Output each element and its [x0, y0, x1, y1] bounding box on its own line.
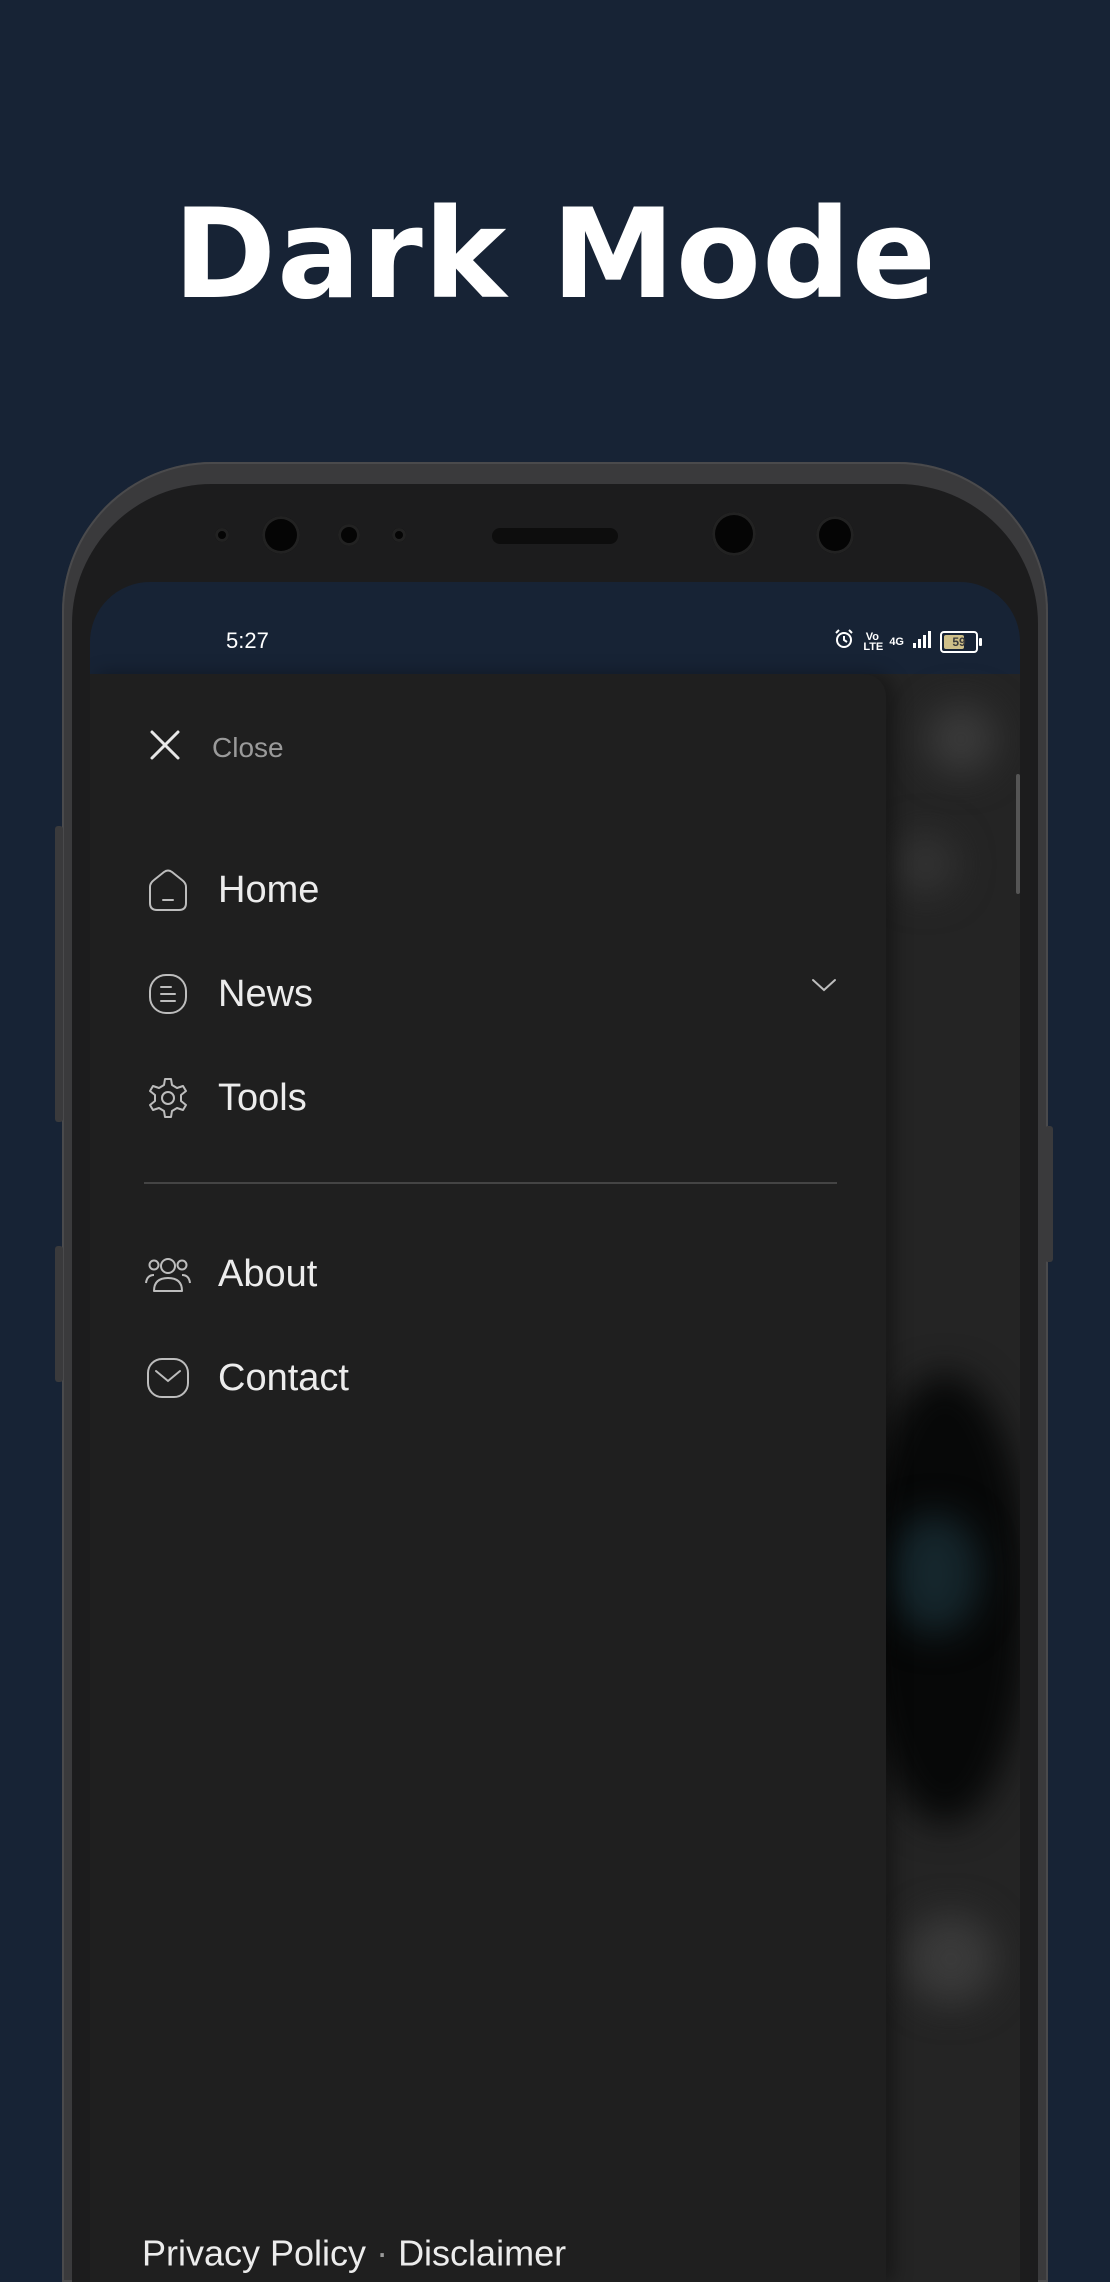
blurred-content	[896, 834, 956, 894]
menu-label-home: Home	[218, 868, 320, 911]
signal-icon	[912, 629, 932, 654]
drawer-footer: Privacy Policy · Disclaimer	[142, 2230, 566, 2282]
menu-item-tools[interactable]: Tools	[144, 1046, 844, 1150]
scrollbar[interactable]	[1016, 774, 1020, 894]
menu-item-news[interactable]: News	[144, 942, 844, 1046]
network-type-icon: 4G	[889, 635, 904, 648]
menu-divider	[144, 1182, 837, 1184]
mail-icon	[144, 1354, 192, 1402]
menu-label-news: News	[218, 972, 314, 1015]
status-icons: Vo LTE 4G 59	[833, 628, 982, 655]
home-icon	[144, 866, 192, 914]
gear-icon	[144, 1074, 192, 1122]
close-icon[interactable]	[148, 728, 182, 767]
people-icon	[144, 1250, 192, 1298]
front-camera	[262, 516, 300, 554]
menu-label-about: About	[218, 1252, 318, 1295]
front-camera	[712, 512, 756, 556]
menu-item-home[interactable]: Home	[144, 838, 844, 942]
menu-label-tools: Tools	[218, 1076, 307, 1119]
menu-item-about[interactable]: About	[144, 1222, 844, 1326]
news-icon	[144, 970, 192, 1018]
phone-screen: 5:27 Vo LTE 4G 59 Close Home News Tools …	[90, 582, 1020, 2282]
sensor-dot	[215, 528, 229, 542]
menu-item-contact[interactable]: Contact	[144, 1326, 844, 1430]
footer-separator: ·	[376, 2232, 389, 2274]
phone-power-button	[1045, 1126, 1053, 1262]
menu-label-contact: Contact	[218, 1356, 349, 1399]
blurred-content	[926, 704, 996, 774]
earpiece-speaker	[492, 528, 618, 544]
privacy-policy-link[interactable]: Privacy Policy	[142, 2232, 366, 2273]
alarm-icon	[833, 628, 855, 655]
front-camera	[816, 516, 854, 554]
sensor-dot	[338, 524, 360, 546]
volte-icon: Vo LTE	[863, 630, 884, 653]
phone-volume-button	[55, 826, 63, 1122]
drawer-menu: Home News Tools About Contact	[144, 838, 844, 1430]
status-time: 5:27	[226, 628, 269, 653]
battery-icon: 59	[940, 630, 982, 653]
sensor-dot	[392, 528, 406, 542]
blurred-content	[906, 1914, 996, 2004]
chevron-down-icon[interactable]	[810, 976, 838, 999]
phone-side-button	[55, 1246, 63, 1382]
close-label: Close	[212, 731, 284, 763]
navigation-drawer: Close Home News Tools About Contact Priv…	[90, 674, 886, 2282]
status-bar: 5:27 Vo LTE 4G 59	[90, 582, 1020, 674]
battery-level: 59	[952, 634, 966, 649]
close-button[interactable]: Close	[148, 728, 284, 767]
promo-headline: Dark Mode	[173, 183, 937, 327]
blurred-content	[890, 1514, 980, 1634]
disclaimer-link[interactable]: Disclaimer	[398, 2232, 566, 2273]
